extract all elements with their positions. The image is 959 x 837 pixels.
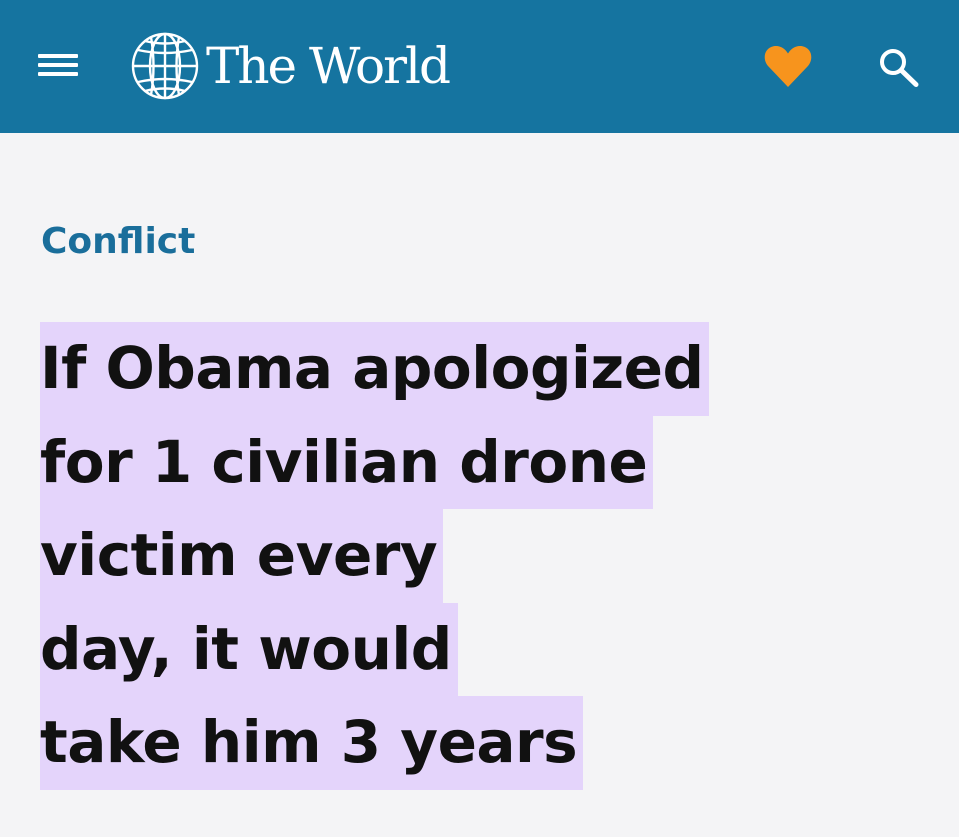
search-icon[interactable]: [875, 44, 923, 90]
heart-icon[interactable]: [763, 44, 813, 88]
site-header: The World: [0, 0, 959, 133]
menu-bar-middle: [38, 63, 78, 67]
category-label[interactable]: Conflict: [41, 224, 195, 260]
logo-text: The World: [206, 37, 451, 95]
headline-line: day, it would: [40, 602, 458, 696]
article-headline: If Obama apologized for 1 civilian drone…: [40, 322, 920, 790]
site-logo[interactable]: The World: [128, 30, 451, 102]
headline-line: If Obama apologized: [40, 322, 710, 416]
headline-line: take him 3 years: [40, 696, 584, 790]
menu-bar-bottom: [38, 72, 78, 76]
headline-line: for 1 civilian drone: [40, 415, 654, 509]
menu-bar-top: [38, 54, 78, 58]
headline-line: victim every: [40, 509, 444, 603]
globe-icon: [131, 32, 199, 100]
hamburger-menu-icon[interactable]: [38, 48, 80, 82]
